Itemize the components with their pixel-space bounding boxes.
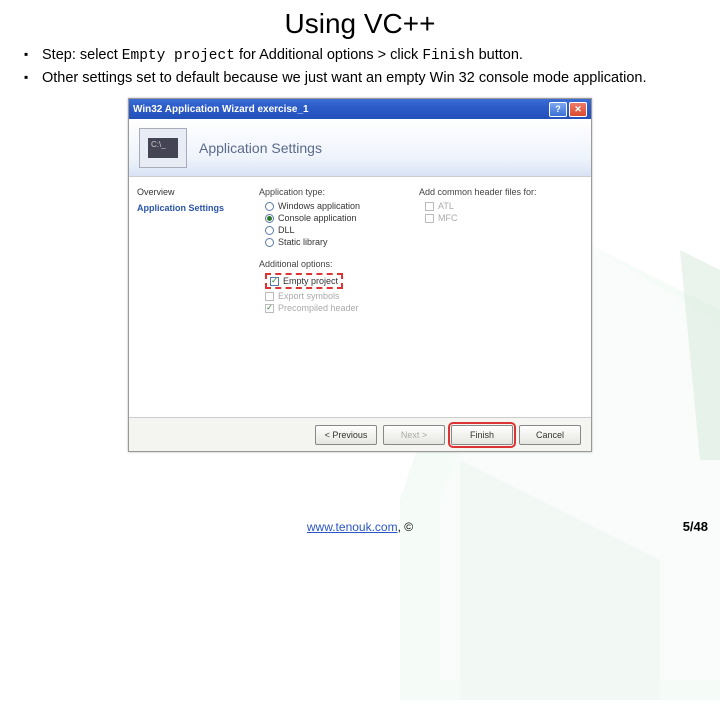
radio-windows-app[interactable]: Windows application <box>259 201 419 211</box>
bullet-list: Step: select Empty project for Additiona… <box>24 46 696 88</box>
option-label: Static library <box>278 237 328 247</box>
option-label: Precompiled header <box>278 303 359 313</box>
highlight-box: Empty project <box>265 273 343 289</box>
checkbox-icon <box>270 277 279 286</box>
option-label: ATL <box>438 201 454 211</box>
finish-button[interactable]: Finish <box>451 425 513 445</box>
titlebar: Win32 Application Wizard exercise_1 ? ✕ <box>129 99 591 119</box>
radio-console-app[interactable]: Console application <box>259 213 419 223</box>
checkbox-icon <box>265 292 274 301</box>
radio-icon <box>265 202 274 211</box>
wizard-buttons: < Previous Next > Finish Cancel <box>129 417 591 451</box>
wizard-content: Application type: Windows application Co… <box>247 177 591 417</box>
bullet-item: Step: select Empty project for Additiona… <box>24 46 696 67</box>
bullet-text: button. <box>475 47 523 63</box>
bullet-item: Other settings set to default because we… <box>24 69 696 89</box>
wizard-dialog: Win32 Application Wizard exercise_1 ? ✕ … <box>128 98 592 452</box>
code-text: Finish <box>422 48 474 64</box>
copyright: , © <box>398 520 414 534</box>
checkbox-icon <box>425 202 434 211</box>
cancel-button[interactable]: Cancel <box>519 425 581 445</box>
header-title: Application Settings <box>199 140 322 156</box>
console-icon: C:\_ <box>148 138 178 158</box>
option-label: Empty project <box>283 276 338 286</box>
bullet-text: Step: select <box>42 47 122 63</box>
check-empty-project[interactable]: Empty project <box>259 273 419 289</box>
group-label: Add common header files for: <box>419 187 579 197</box>
check-export-symbols: Export symbols <box>259 291 419 301</box>
radio-icon <box>265 214 274 223</box>
bullet-text: for Additional options > click <box>235 47 422 63</box>
nav-app-settings[interactable]: Application Settings <box>137 203 239 213</box>
check-atl: ATL <box>419 201 579 211</box>
option-label: MFC <box>438 213 458 223</box>
left-column: Application type: Windows application Co… <box>259 187 419 407</box>
window-title: Win32 Application Wizard exercise_1 <box>133 104 547 115</box>
radio-static-lib[interactable]: Static library <box>259 237 419 247</box>
wizard-body: Overview Application Settings Applicatio… <box>129 177 591 417</box>
checkbox-icon <box>265 304 274 313</box>
checkbox-icon <box>425 214 434 223</box>
footer: www.tenouk.com, © <box>0 520 720 534</box>
header-icon: C:\_ <box>139 128 187 168</box>
group-label: Additional options: <box>259 259 419 269</box>
option-label: DLL <box>278 225 295 235</box>
wizard-nav: Overview Application Settings <box>129 177 247 417</box>
next-button: Next > <box>383 425 445 445</box>
page-number: 5/48 <box>683 519 708 534</box>
check-precompiled-header: Precompiled header <box>259 303 419 313</box>
option-label: Windows application <box>278 201 360 211</box>
radio-icon <box>265 226 274 235</box>
option-label: Console application <box>278 213 357 223</box>
check-mfc: MFC <box>419 213 579 223</box>
nav-overview[interactable]: Overview <box>137 187 239 197</box>
slide-title: Using VC++ <box>24 8 696 40</box>
option-label: Export symbols <box>278 291 340 301</box>
footer-link[interactable]: www.tenouk.com <box>307 520 398 534</box>
radio-icon <box>265 238 274 247</box>
code-text: Empty project <box>122 48 235 64</box>
radio-dll[interactable]: DLL <box>259 225 419 235</box>
group-label: Application type: <box>259 187 419 197</box>
right-column: Add common header files for: ATL MFC <box>419 187 579 407</box>
previous-button[interactable]: < Previous <box>315 425 377 445</box>
wizard-header: C:\_ Application Settings <box>129 119 591 177</box>
close-button[interactable]: ✕ <box>569 102 587 117</box>
help-button[interactable]: ? <box>549 102 567 117</box>
